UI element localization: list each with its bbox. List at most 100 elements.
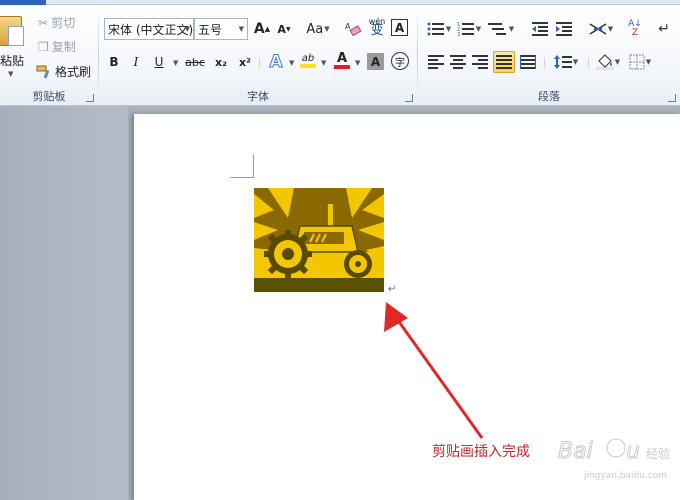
cut-label: 剪切 [51,16,76,30]
font-group-label: 字体 [247,90,269,103]
paragraph-group: ▼ 1 2 3 ▼ ▼ ▼ A↓ Z ↵ ▼ ▼ ▼ 段落 [418,6,680,106]
highlight-color-bar [300,64,316,68]
font-color-bar [334,65,350,69]
italic-button[interactable]: I [126,52,146,72]
superscript-button[interactable]: x² [235,52,255,72]
phonetic-guide-button[interactable]: wén 变 [367,16,387,38]
numbering-button[interactable]: 1 2 3 ▼ [456,20,482,38]
clear-format-icon: A [345,22,362,37]
paragraph-launcher-icon[interactable] [668,94,676,102]
paste-dropdown-icon[interactable]: ▼ [8,70,13,78]
character-shading-icon: A [370,54,381,69]
character-border-button[interactable]: A [391,19,408,36]
text-effects-button[interactable]: A [266,52,286,73]
paragraph-row-divider [544,54,545,72]
show-marks-button[interactable]: ↵ [654,20,674,38]
svg-text:经验: 经验 [646,446,670,461]
paragraph-mark-icon: ↵ [658,21,670,37]
change-case-button[interactable]: Aa ▼ [304,19,332,39]
multilevel-list-button[interactable]: ▼ [486,20,516,38]
increase-indent-button[interactable] [554,20,574,38]
character-border-icon: A [394,20,405,35]
distributed-icon [520,55,536,69]
format-painter-button[interactable]: 格式刷 [36,63,91,80]
clear-format-button[interactable]: A [343,19,363,39]
tab-home-active[interactable] [0,0,46,5]
underline-button[interactable]: U [149,52,169,72]
phonetic-char: 变 [370,23,384,38]
underline-dropdown-icon[interactable]: ▼ [173,59,178,67]
paint-bucket-icon [596,54,614,70]
paragraph-group-label: 段落 [538,90,560,103]
highlight-dropdown-icon[interactable]: ▼ [321,59,326,67]
copy-button[interactable]: ❐ 复制 [38,38,76,55]
highlight-button[interactable]: ab [298,51,318,71]
decrease-indent-icon [532,22,548,36]
line-spacing-button[interactable]: ▼ [552,52,580,72]
cut-button[interactable]: ✂ 剪切 [38,14,75,31]
font-name-combo[interactable]: 宋体 (中文正文) ▼ [104,18,194,40]
align-right-icon [472,55,488,69]
increase-indent-icon [556,22,572,36]
grow-font-icon: A [253,21,265,37]
annotation-text: 剪贴画插入完成 [432,444,530,460]
font-color-dropdown-icon[interactable]: ▼ [355,59,360,67]
font-size-value: 五号 [198,22,223,37]
subscript-button[interactable]: x₂ [211,52,231,72]
text-effects-icon: A [269,52,283,73]
chinese-layout-button[interactable]: ▼ [586,20,616,38]
distributed-button[interactable] [518,52,538,72]
clipboard-group-label: 剪贴板 [32,90,66,103]
clipboard-launcher-icon[interactable] [86,94,94,102]
sort-button[interactable]: A↓ Z [626,19,644,39]
svg-text:jingyan.baidu.com: jingyan.baidu.com [583,471,667,481]
font-color-button[interactable]: A [332,51,352,71]
shrink-font-button[interactable]: A ▼ [274,19,294,39]
document-workspace: ↵ 剪贴画插入完成 Bai u 经验 jingyan.baidu.com [0,106,680,500]
paste-icon[interactable] [0,16,24,46]
underline-icon: U [154,55,164,69]
font-group: 宋体 (中文正文) ▼ 五号 ▼ A▲ A▼ Aa▼ A wén 变 A [99,6,417,106]
align-left-button[interactable] [426,52,446,72]
font-launcher-icon[interactable] [405,94,413,102]
bullets-icon [427,22,444,36]
strikethrough-button[interactable]: abc [183,52,207,72]
copy-label: 复制 [51,40,76,54]
chevron-down-icon: ▼ [184,25,190,33]
highlight-icon: ab [301,53,315,64]
text-effects-dropdown-icon[interactable]: ▼ [289,59,294,67]
change-case-icon: Aa [306,21,324,37]
document-page[interactable]: ↵ 剪贴画插入完成 Bai u 经验 jingyan.baidu.com [134,114,680,500]
justify-icon [496,55,512,69]
bold-button[interactable]: B [104,52,124,72]
line-spacing-icon [553,55,572,69]
font-name-value: 宋体 (中文正文) [108,22,194,37]
grow-font-button[interactable]: A ▲ [252,19,272,39]
shading-button[interactable]: ▼ [594,52,622,72]
font-row-divider [259,54,260,72]
clipboard-group: 粘贴 ▼ ✂ 剪切 ❐ 复制 格式刷 剪贴板 [0,6,98,106]
bullets-button[interactable]: ▼ [426,20,452,38]
align-center-button[interactable] [448,52,468,72]
paste-button[interactable]: 粘贴 [0,52,24,69]
ribbon: 粘贴 ▼ ✂ 剪切 ❐ 复制 格式刷 剪贴板 宋体 (中文正文) ▼ 五号 ▼ [0,0,680,106]
left-gutter [0,106,128,500]
svg-text:u: u [626,439,640,464]
tractor-clipart-image[interactable] [254,188,384,292]
align-right-button[interactable] [470,52,490,72]
justify-button[interactable] [493,51,515,73]
align-left-icon [428,55,444,69]
font-size-combo[interactable]: 五号 ▼ [194,18,248,40]
shrink-font-icon: A [277,22,286,36]
svg-text:3: 3 [457,32,460,36]
font-color-icon: A [336,51,348,66]
copy-icon: ❐ [38,39,49,54]
borders-button[interactable]: ▼ [626,52,654,72]
multilevel-list-icon [487,23,506,35]
chinese-layout-icon [589,23,607,35]
decrease-indent-button[interactable] [530,20,550,38]
character-shading-button[interactable]: A [367,53,384,70]
brush-icon [36,65,50,78]
enclose-characters-button[interactable]: 字 [391,52,409,70]
align-center-icon [450,55,466,69]
